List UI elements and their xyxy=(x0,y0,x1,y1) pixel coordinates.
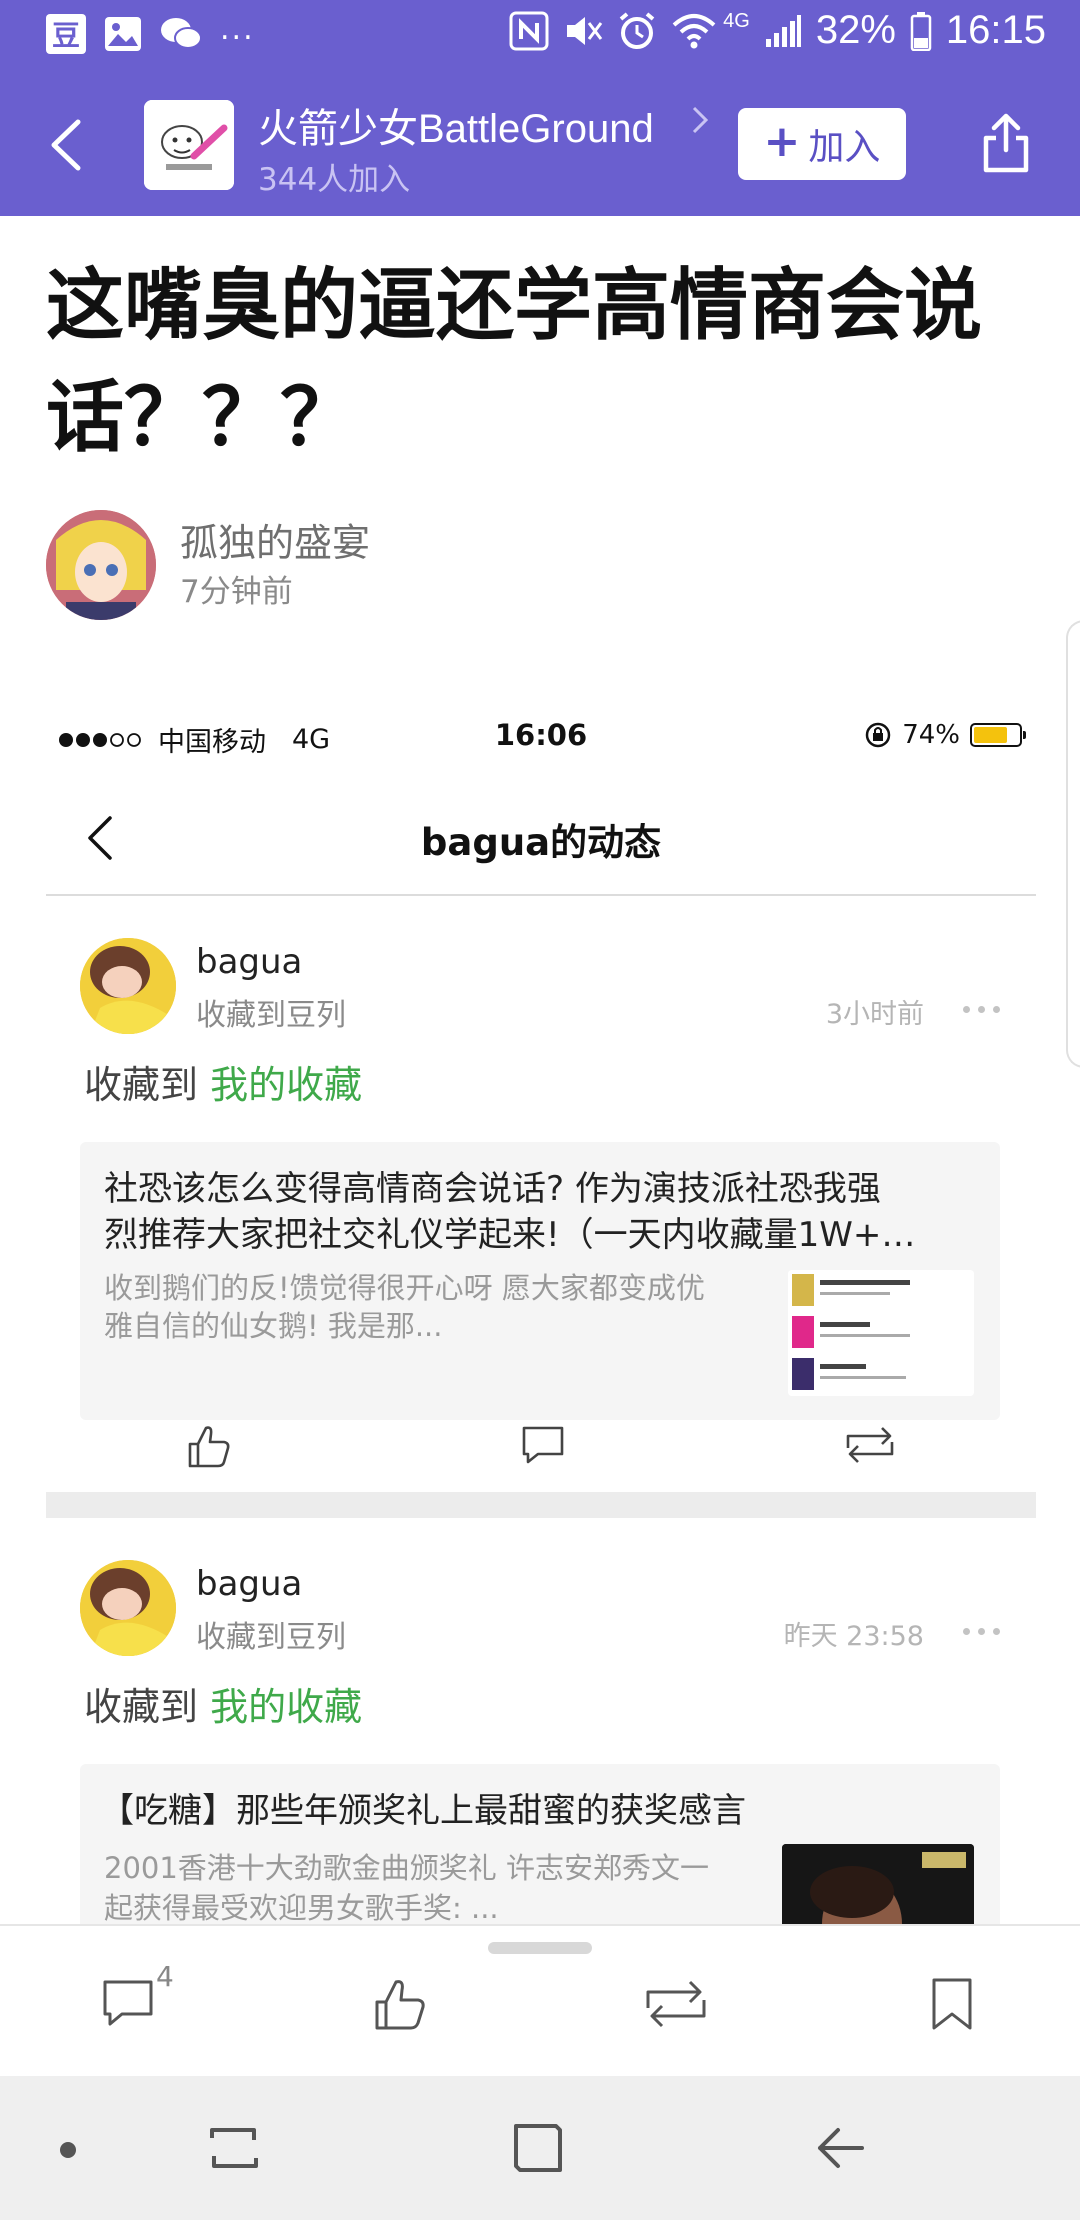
status-bar: 豆 ... 4G 32% 16:15 xyxy=(0,0,1080,74)
signal-icon xyxy=(765,14,801,47)
more-notifications-indicator: ... xyxy=(220,11,255,47)
gallery-notification-icon xyxy=(105,17,141,51)
mute-icon xyxy=(567,16,603,45)
collect-prefix: 收藏到 xyxy=(84,1685,199,1729)
embedded-nav-bar: bagua的动态 xyxy=(46,780,1036,896)
embedded-nav-title: bagua的动态 xyxy=(420,821,662,864)
join-group-button[interactable]: + 加入 xyxy=(738,108,906,180)
feed-item: bagua 收藏到豆列 昨天 23:58 收藏到 我的收藏 【吃糖】那些年颁奖礼… xyxy=(46,1518,1036,1926)
plus-icon: + xyxy=(763,116,801,167)
author-name[interactable]: 孤独的盛宴 xyxy=(180,512,370,567)
nfc-icon xyxy=(509,11,549,50)
nav-dot-icon[interactable] xyxy=(60,2142,76,2158)
repost-icon xyxy=(846,1427,894,1463)
embedded-status-right: 74% xyxy=(864,720,1026,750)
card-desc-line-2: 雅自信的仙女鹅! 我是那... xyxy=(104,1309,443,1343)
feed-user-avatar xyxy=(80,938,176,1034)
recent-apps-icon[interactable] xyxy=(206,2116,262,2180)
post-time: 7分钟前 xyxy=(180,574,293,610)
system-nav-bar xyxy=(0,2076,1080,2220)
collect-line: 收藏到 我的收藏 xyxy=(84,1054,362,1109)
embedded-battery-fill xyxy=(974,727,1007,743)
feed-divider xyxy=(46,1492,1036,1518)
like-button[interactable] xyxy=(372,1976,428,2032)
group-logo[interactable] xyxy=(144,100,234,190)
post-image[interactable]: 中国移动 4G 16:06 74% bagua的动态 bagua 收藏到豆列 3… xyxy=(46,690,1036,1926)
collected-item-card: 【吃糖】那些年颁奖礼上最甜蜜的获奖感言 2001香港十大劲歌金曲颁奖礼 许志安郑… xyxy=(80,1764,1000,1926)
battery-percentage: 32% xyxy=(815,8,896,52)
card-desc-line-2: 起获得最受欢迎男女歌手奖: ... xyxy=(104,1891,499,1925)
embedded-battery-percentage: 74% xyxy=(902,720,960,750)
alarm-icon xyxy=(619,11,655,49)
like-icon xyxy=(188,1426,230,1468)
comment-icon xyxy=(522,1426,564,1464)
card-thumbnail xyxy=(782,1844,974,1926)
share-button[interactable] xyxy=(980,110,1032,174)
more-icon xyxy=(963,1006,1000,1013)
home-icon[interactable] xyxy=(510,2116,566,2180)
clock: 16:15 xyxy=(945,8,1046,52)
join-label: 加入 xyxy=(808,127,881,168)
feed-action: 收藏到豆列 xyxy=(196,1620,346,1655)
collect-line: 收藏到 我的收藏 xyxy=(84,1676,362,1731)
card-title-line-1: 【吃糖】那些年颁奖礼上最甜蜜的获奖感言 xyxy=(100,1791,746,1831)
group-header: 火箭少女BattleGround 344人加入 + 加入 xyxy=(0,74,1080,216)
feed-username: bagua xyxy=(196,1564,303,1604)
collected-item-card: 社恐该怎么变得高情商会说话? 作为演技派社恐我强 烈推荐大家把社交礼仪学起来!（… xyxy=(80,1142,1000,1420)
author-avatar[interactable] xyxy=(46,510,156,620)
drag-handle[interactable] xyxy=(488,1942,592,1954)
card-desc-line-1: 收到鹅们的反!馈觉得很开心呀 愿大家都变成优 xyxy=(104,1271,705,1305)
collect-target-link: 我的收藏 xyxy=(210,1063,363,1107)
author-avatar-image xyxy=(46,510,156,620)
card-thumbnail-image xyxy=(782,1844,974,1926)
collect-target-link: 我的收藏 xyxy=(210,1685,363,1729)
feed-user-avatar-image xyxy=(80,938,176,1034)
feed-username: bagua xyxy=(196,942,303,982)
notification-icons: 豆 ... xyxy=(46,11,255,54)
card-thumbnail xyxy=(788,1270,974,1396)
back-button[interactable] xyxy=(46,118,86,172)
post-title: 这嘴臭的逼还学高情商会说话？？？ xyxy=(46,261,983,463)
system-status-icons: 4G 32% 16:15 xyxy=(509,8,1046,53)
more-icon xyxy=(963,1628,1000,1635)
card-desc-line-1: 2001香港十大劲歌金曲颁奖礼 许志安郑秀文一 xyxy=(104,1851,710,1885)
card-title-line-2: 烈推荐大家把社交礼仪学起来!（一天内收藏量1W+… xyxy=(104,1215,916,1255)
douban-notification-icon: 豆 xyxy=(46,14,86,54)
side-scroll-edge xyxy=(1066,620,1080,1068)
feed-user-avatar xyxy=(80,1560,176,1656)
battery-icon xyxy=(910,11,932,51)
wechat-notification-icon xyxy=(161,18,202,49)
feed-user-avatar-image xyxy=(80,1560,176,1656)
embedded-battery-icon xyxy=(970,723,1026,747)
group-name[interactable]: 火箭少女BattleGround xyxy=(258,96,654,154)
wifi-icon xyxy=(672,13,716,48)
card-title-line-1: 社恐该怎么变得高情商会说话? 作为演技派社恐我强 xyxy=(104,1169,881,1209)
embedded-status-bar: 中国移动 4G 16:06 74% xyxy=(46,690,1036,780)
back-nav-icon[interactable] xyxy=(812,2116,868,2180)
card-thumbnail-image xyxy=(788,1270,974,1396)
bottom-toolbar: 4 xyxy=(0,1924,1080,2078)
group-logo-image xyxy=(144,100,234,190)
group-member-count: 344人加入 xyxy=(258,162,411,198)
network-type: 4G xyxy=(723,10,750,32)
collect-prefix: 收藏到 xyxy=(84,1063,199,1107)
rotation-lock-icon xyxy=(865,722,891,748)
comment-count-badge: 4 xyxy=(156,1960,174,1993)
feed-time: 昨天 23:58 xyxy=(783,1621,924,1652)
comment-button[interactable] xyxy=(100,1976,156,2032)
bookmark-button[interactable] xyxy=(928,1976,976,2032)
feed-action: 收藏到豆列 xyxy=(196,998,346,1033)
feed-action-row xyxy=(46,1406,1036,1496)
repost-button[interactable] xyxy=(642,1976,710,2032)
feed-item: bagua 收藏到豆列 3小时前 收藏到 我的收藏 社恐该怎么变得高情商会说话?… xyxy=(46,896,1036,1420)
chevron-right-icon[interactable] xyxy=(690,104,710,136)
feed-time: 3小时前 xyxy=(825,999,924,1030)
